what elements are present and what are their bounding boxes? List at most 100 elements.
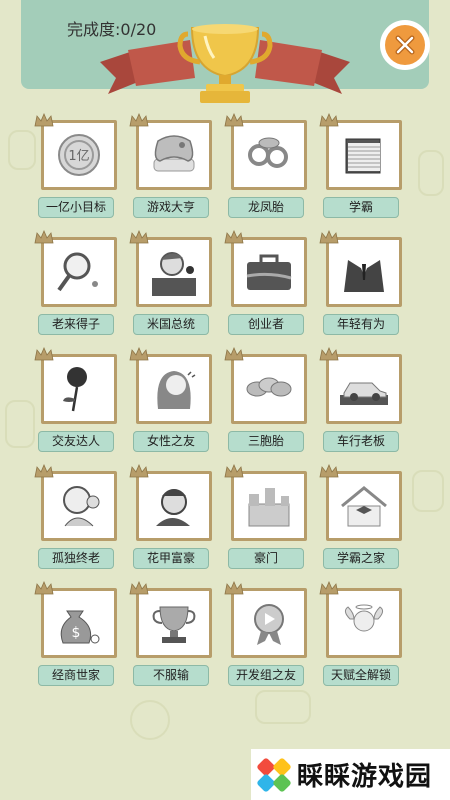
brand-logo-icon [257, 757, 291, 792]
achievement-item[interactable]: 开发组之友 [224, 580, 311, 694]
achievement-card[interactable] [136, 471, 212, 541]
crown-icon [34, 346, 54, 361]
achievement-card[interactable] [136, 237, 212, 307]
achievement-label: 女性之友 [133, 431, 209, 452]
achievement-item[interactable]: $ 经商世家 [34, 580, 121, 694]
achievement-card[interactable] [136, 120, 212, 190]
crown-icon [34, 229, 54, 244]
achievement-card[interactable] [231, 237, 307, 307]
president-icon [152, 252, 196, 296]
crown-icon [129, 580, 149, 595]
crown-icon [224, 112, 244, 127]
achievement-item[interactable]: 创业者 [224, 229, 311, 343]
achievement-label: 龙凤胎 [228, 197, 304, 218]
achievement-item[interactable]: 米国总统 [129, 229, 216, 343]
achievement-card[interactable] [41, 237, 117, 307]
car-icon [340, 382, 388, 405]
achievement-card[interactable]: $ [41, 588, 117, 658]
achievement-item[interactable]: 老来得子 [34, 229, 121, 343]
svg-text:$: $ [72, 625, 81, 641]
book-icon [345, 138, 381, 174]
achievement-item[interactable]: 三胞胎 [224, 346, 311, 460]
achievement-label: 交友达人 [38, 431, 114, 452]
crown-icon [224, 229, 244, 244]
achievement-card[interactable] [326, 237, 402, 307]
crown-icon [319, 463, 339, 478]
achievement-card[interactable] [231, 354, 307, 424]
achievement-label: 豪门 [228, 548, 304, 569]
achievement-item[interactable]: 车行老板 [319, 346, 406, 460]
achievement-item[interactable]: 1亿一亿小目标 [34, 112, 121, 226]
achievement-item[interactable]: 龙凤胎 [224, 112, 311, 226]
achievement-item[interactable]: 孤独终老 [34, 463, 121, 577]
crown-icon [319, 229, 339, 244]
coin-icon: 1亿 [58, 134, 100, 176]
svg-text:1亿: 1亿 [68, 149, 89, 164]
achievement-item[interactable]: 年轻有为 [319, 229, 406, 343]
achievement-card[interactable] [41, 471, 117, 541]
castle-icon [248, 488, 290, 527]
woman-icon [157, 371, 196, 409]
achievement-card[interactable] [41, 354, 117, 424]
achievement-item[interactable]: 学霸之家 [319, 463, 406, 577]
achievement-label: 车行老板 [323, 431, 399, 452]
crown-icon [129, 346, 149, 361]
crown-icon [34, 112, 54, 127]
achievement-item[interactable]: 不服输 [129, 580, 216, 694]
achievement-item[interactable]: 豪门 [224, 463, 311, 577]
achievement-card[interactable]: 1亿 [41, 120, 117, 190]
achievement-item[interactable]: 花甲富豪 [129, 463, 216, 577]
graduation-house-icon [341, 486, 387, 527]
achievement-label: 创业者 [228, 314, 304, 335]
achievement-card[interactable] [326, 354, 402, 424]
crown-icon [224, 463, 244, 478]
achievement-label: 米国总统 [133, 314, 209, 335]
achievement-item[interactable]: 游戏大亨 [129, 112, 216, 226]
crown-icon [224, 580, 244, 595]
crown-icon [129, 463, 149, 478]
crown-icon [319, 580, 339, 595]
crown-icon [319, 346, 339, 361]
achievement-label: 一亿小目标 [38, 197, 114, 218]
achievement-card[interactable] [326, 588, 402, 658]
briefcase-icon [246, 254, 292, 290]
achievement-item[interactable]: 女性之友 [129, 346, 216, 460]
achievement-label: 老来得子 [38, 314, 114, 335]
achievement-label: 经商世家 [38, 665, 114, 686]
achievement-label: 游戏大亨 [133, 197, 209, 218]
brand-name: 睬睬游戏园 [297, 762, 433, 792]
achievement-label: 花甲富豪 [133, 548, 209, 569]
gamepad-icon [153, 135, 195, 172]
achievement-label: 学霸之家 [323, 548, 399, 569]
achievement-item[interactable]: 交友达人 [34, 346, 121, 460]
achievement-label: 三胞胎 [228, 431, 304, 452]
achievement-label: 天赋全解锁 [323, 665, 399, 686]
money-bag-icon: $ [60, 610, 100, 644]
achievement-card[interactable] [231, 120, 307, 190]
achievement-label: 开发组之友 [228, 665, 304, 686]
crown-icon [319, 112, 339, 127]
medal-icon [254, 604, 284, 645]
achievement-item[interactable]: 学霸 [319, 112, 406, 226]
achievement-card[interactable] [231, 471, 307, 541]
achievement-card[interactable] [326, 471, 402, 541]
achievement-card[interactable] [136, 354, 212, 424]
achievement-card[interactable] [326, 120, 402, 190]
crown-icon [129, 229, 149, 244]
achievement-label: 年轻有为 [323, 314, 399, 335]
crown-icon [34, 463, 54, 478]
cupid-icon [344, 604, 384, 632]
achievement-card[interactable] [136, 588, 212, 658]
achievement-grid: 1亿一亿小目标 游戏大亨 龙凤胎 学霸老来得子 米国总统 创业者 年轻有为交友达人 女性之友三… [0, 0, 450, 800]
achievement-label: 不服输 [133, 665, 209, 686]
crown-icon [34, 580, 54, 595]
achievement-label: 孤独终老 [38, 548, 114, 569]
suit-icon [344, 260, 384, 292]
rose-icon [63, 367, 87, 412]
pacifier-icon [248, 137, 288, 168]
crown-icon [224, 346, 244, 361]
achievement-item[interactable]: 天赋全解锁 [319, 580, 406, 694]
achievement-label: 学霸 [323, 197, 399, 218]
crown-icon [129, 112, 149, 127]
achievement-card[interactable] [231, 588, 307, 658]
